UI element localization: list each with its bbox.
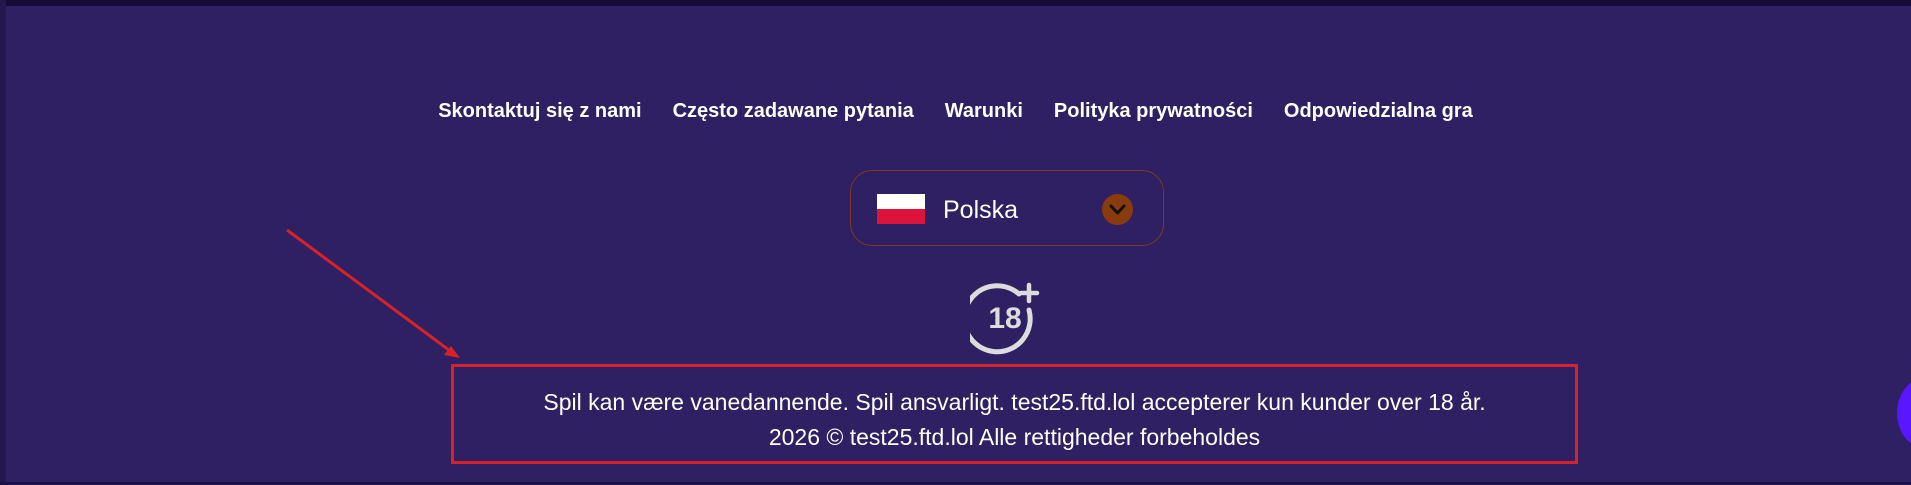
language-select[interactable]: Polska <box>850 170 1164 246</box>
top-edge-bar <box>0 0 1911 6</box>
language-select-value: Polska <box>943 196 1019 224</box>
nav-link-responsible-gaming[interactable]: Odpowiedzialna gra <box>1284 100 1473 123</box>
nav-link-terms[interactable]: Warunki <box>945 100 1023 123</box>
left-edge-bar <box>0 0 6 485</box>
svg-text:18: 18 <box>988 302 1021 335</box>
18-plus-icon: 18 <box>961 280 1046 356</box>
nav-link-contact[interactable]: Skontaktuj się z nami <box>438 100 641 123</box>
poland-flag-icon <box>877 194 925 224</box>
disclaimer-box: Spil kan være vanedannende. Spil ansvarl… <box>451 364 1578 464</box>
nav-link-privacy[interactable]: Polityka prywatności <box>1054 100 1253 123</box>
footer-nav: Skontaktuj się z nami Często zadawane py… <box>0 100 1911 123</box>
copyright-text: 2026 © test25.ftd.lol Alle rettigheder f… <box>768 424 1261 450</box>
chat-button[interactable] <box>1897 378 1911 448</box>
disclaimer-text: Spil kan være vanedannende. Spil ansvarl… <box>543 389 1486 415</box>
chevron-down-icon[interactable] <box>1102 194 1133 225</box>
annotation-arrow <box>286 228 460 358</box>
nav-link-faq[interactable]: Często zadawane pytania <box>673 100 914 123</box>
